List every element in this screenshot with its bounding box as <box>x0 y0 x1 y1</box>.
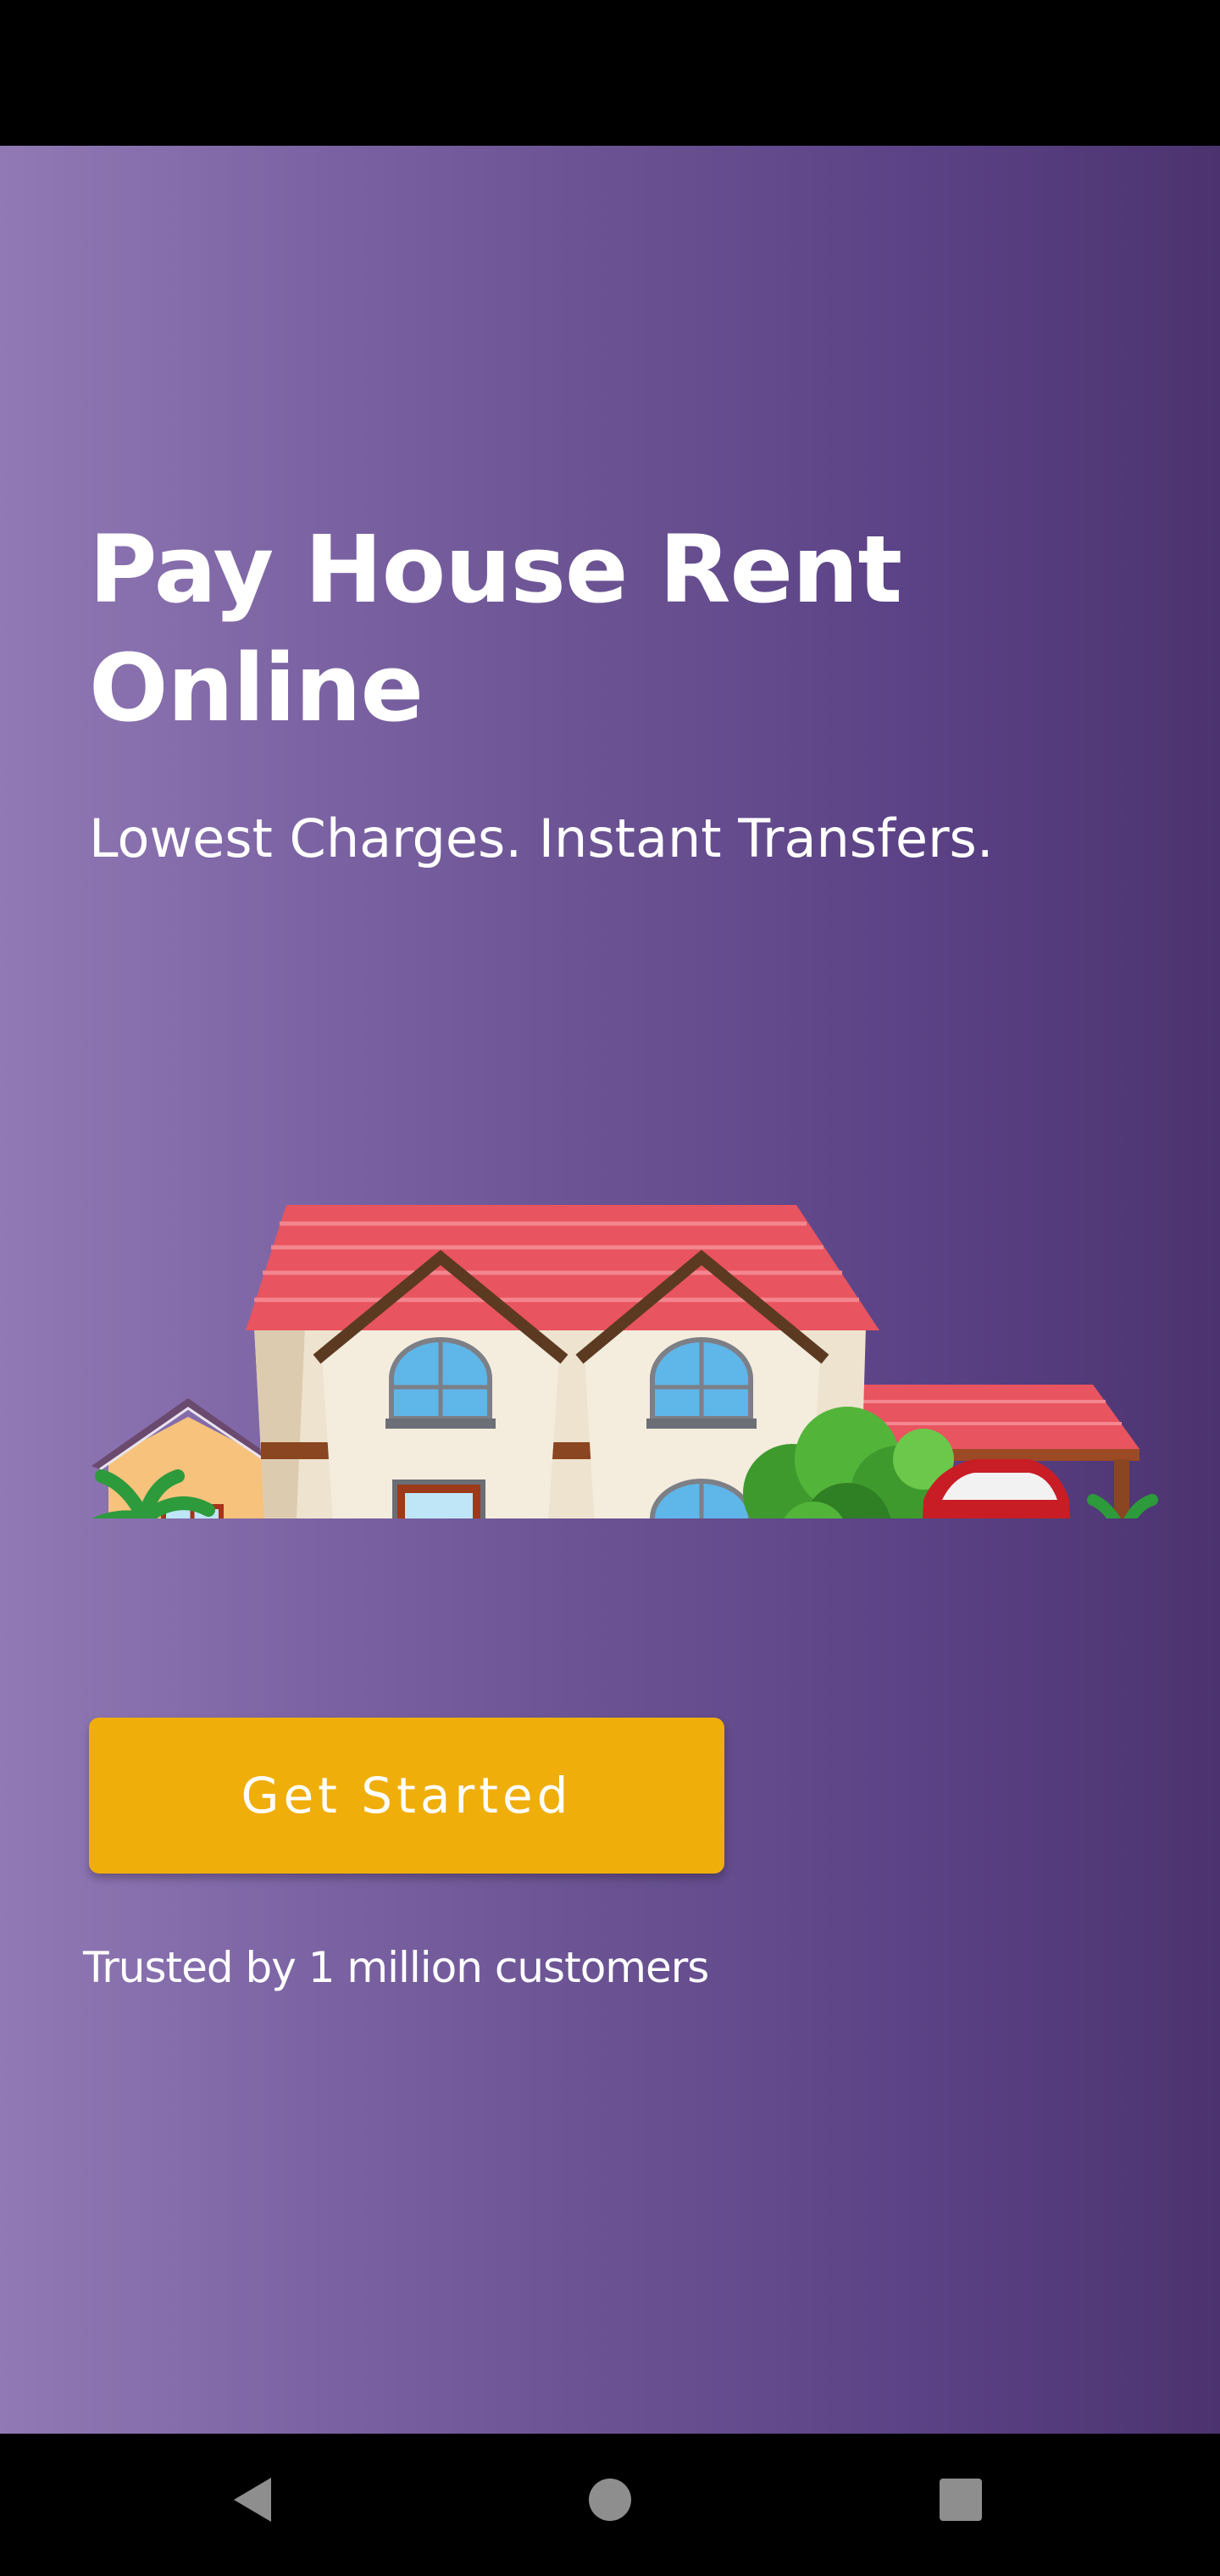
square-recents-icon <box>940 2479 982 2521</box>
get-started-button[interactable]: Get Started <box>89 1718 724 1874</box>
back-button[interactable] <box>203 2457 305 2542</box>
home-button[interactable] <box>559 2457 661 2542</box>
circle-home-icon <box>589 2479 631 2521</box>
page-subtitle: Lowest Charges. Instant Transfers. <box>89 808 994 869</box>
page-title: Pay House Rent Online <box>89 515 902 742</box>
status-bar <box>0 0 1220 146</box>
house-illustration <box>92 1205 1158 1518</box>
recents-button[interactable] <box>910 2457 1012 2542</box>
system-navigation-bar <box>0 2434 1220 2576</box>
trust-text: Trusted by 1 million customers <box>83 1943 709 1992</box>
triangle-back-icon <box>234 2478 271 2522</box>
onboarding-screen: Pay House Rent Online Lowest Charges. In… <box>0 146 1220 2434</box>
phone-frame: Pay House Rent Online Lowest Charges. In… <box>0 0 1220 2576</box>
